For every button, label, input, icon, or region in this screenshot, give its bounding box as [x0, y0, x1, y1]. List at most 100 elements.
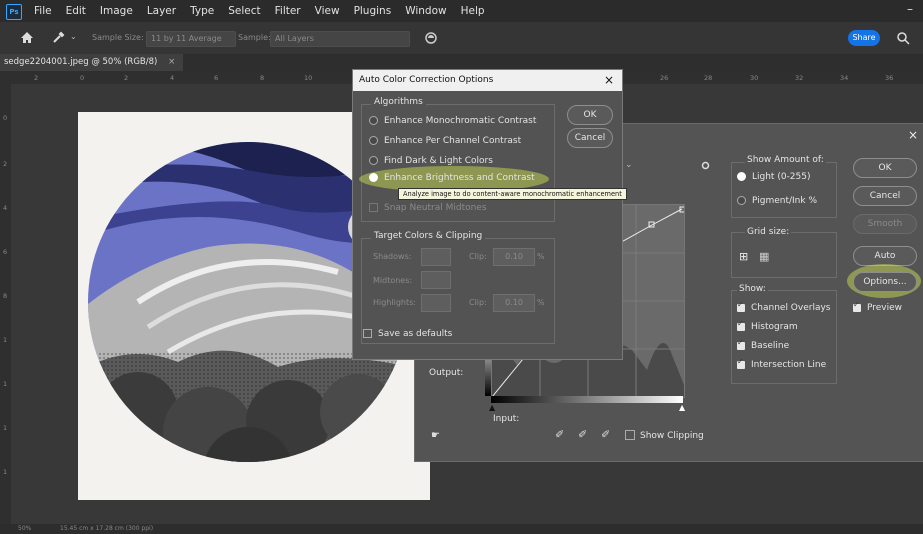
shadows-clip-label: Clip:: [469, 252, 487, 261]
light-radio-dot: [737, 172, 746, 181]
light-radio[interactable]: Light (0-255): [737, 172, 811, 182]
shadows-percent: %: [537, 252, 545, 261]
enhance-per-channel-radio[interactable]: Enhance Per Channel Contrast: [369, 136, 521, 146]
white-point-slider[interactable]: ▲: [679, 403, 685, 412]
document-tab-title: sedge2204001.jpeg @ 50% (RGB/8): [4, 57, 158, 67]
detailed-grid-icon[interactable]: ▦: [759, 250, 769, 263]
options-bar: ⌄ Sample Size: 11 by 11 Average Sample: …: [0, 22, 923, 55]
ruler-tick: 1: [3, 336, 8, 344]
sample-size-select[interactable]: 11 by 11 Average: [146, 31, 236, 47]
histogram-label: Histogram: [751, 322, 798, 332]
target-colors-label: Target Colors & Clipping: [371, 231, 486, 241]
option-label: Enhance Brightness and Contrast: [384, 173, 535, 183]
show-sampling-ring-icon[interactable]: [424, 31, 438, 45]
menu-edit[interactable]: Edit: [66, 5, 86, 17]
option-label: Find Dark & Light Colors: [384, 156, 493, 166]
status-doc-size: 15.45 cm x 17.28 cm (300 ppi): [60, 525, 154, 532]
midtones-color-swatch[interactable]: [421, 271, 451, 289]
home-icon[interactable]: [20, 31, 34, 44]
ruler-tick: 6: [3, 248, 8, 256]
menu-type[interactable]: Type: [190, 5, 214, 17]
ruler-tick: 1: [3, 380, 8, 388]
document-tab[interactable]: sedge2204001.jpeg @ 50% (RGB/8) ×: [0, 54, 184, 71]
light-label: Light (0-255): [752, 172, 811, 182]
save-as-defaults-checkbox[interactable]: Save as defaults: [363, 329, 452, 339]
menu-plugins[interactable]: Plugins: [354, 5, 392, 17]
enhance-brightness-contrast-radio[interactable]: Enhance Brightness and Contrast: [369, 173, 535, 183]
gray-eyedropper-icon[interactable]: ✐: [578, 428, 587, 441]
auto-button[interactable]: Auto: [853, 246, 917, 266]
histogram-checkbox[interactable]: Histogram: [737, 319, 798, 332]
curves-cancel-button[interactable]: Cancel: [853, 186, 917, 206]
menu-layer[interactable]: Layer: [147, 5, 176, 17]
midtones-label: Midtones:: [373, 276, 413, 285]
snap-neutral-midtones-checkbox[interactable]: Snap Neutral Midtones: [369, 203, 487, 213]
menu-view[interactable]: View: [315, 5, 340, 17]
preset-chevron-icon[interactable]: ⌄: [625, 160, 633, 170]
eyedropper-tool-icon[interactable]: [52, 30, 66, 44]
preview-checkbox[interactable]: Preview: [853, 300, 902, 313]
chevron-down-icon[interactable]: ⌄: [70, 32, 77, 41]
settings-gear-icon[interactable]: [701, 161, 710, 170]
shadows-clip-input[interactable]: 0.10: [493, 248, 535, 266]
pigment-radio[interactable]: Pigment/Ink %: [737, 196, 817, 206]
sample-size-label: Sample Size:: [92, 33, 144, 42]
check-icon: [737, 300, 745, 312]
black-eyedropper-icon[interactable]: ✐: [555, 428, 564, 441]
acc-cancel-button[interactable]: Cancel: [567, 128, 613, 148]
menu-window[interactable]: Window: [405, 5, 446, 17]
highlights-clip-input[interactable]: 0.10: [493, 294, 535, 312]
shadows-color-swatch[interactable]: [421, 248, 451, 266]
black-point-slider[interactable]: ▲: [489, 403, 495, 412]
curves-close-button[interactable]: ×: [908, 128, 918, 142]
ruler-tick: 26: [660, 74, 669, 82]
show-clipping-label: Show Clipping: [640, 431, 704, 441]
ruler-tick: 28: [704, 74, 713, 82]
find-dark-light-radio[interactable]: Find Dark & Light Colors: [369, 156, 493, 166]
options-button[interactable]: Options...: [853, 272, 917, 292]
channel-overlays-label: Channel Overlays: [751, 303, 831, 313]
acc-title: Auto Color Correction Options: [359, 75, 494, 85]
snap-label: Snap Neutral Midtones: [384, 203, 487, 213]
status-zoom[interactable]: 50%: [18, 525, 31, 532]
on-image-adjust-icon[interactable]: ☛: [431, 430, 440, 441]
ruler-tick: 6: [214, 74, 219, 82]
save-defaults-label: Save as defaults: [378, 329, 453, 339]
white-eyedropper-icon[interactable]: ✐: [601, 428, 610, 441]
baseline-checkbox[interactable]: Baseline: [737, 338, 790, 351]
enhance-monochromatic-radio[interactable]: Enhance Monochromatic Contrast: [369, 116, 536, 126]
show-label: Show:: [737, 284, 768, 294]
menu-list: File Edit Image Layer Type Select Filter…: [34, 0, 485, 22]
simple-grid-icon[interactable]: ⊞: [739, 250, 748, 263]
sample-layers-select[interactable]: All Layers: [270, 31, 410, 47]
radio-dot: [369, 116, 378, 125]
ruler-tick: 2: [34, 74, 39, 82]
algorithms-label: Algorithms: [371, 97, 426, 107]
menu-bar: Ps File Edit Image Layer Type Select Fil…: [0, 0, 923, 22]
menu-file[interactable]: File: [34, 5, 52, 17]
menu-select[interactable]: Select: [228, 5, 260, 17]
smooth-button[interactable]: Smooth: [853, 214, 917, 234]
tab-close-icon[interactable]: ×: [168, 57, 175, 67]
input-label: Input:: [493, 414, 520, 424]
photoshop-logo-icon: Ps: [6, 4, 22, 20]
menu-help[interactable]: Help: [461, 5, 485, 17]
show-clipping-checkbox[interactable]: Show Clipping: [625, 430, 704, 441]
curves-ok-button[interactable]: OK: [853, 158, 917, 178]
check-icon: [853, 300, 861, 312]
intersection-line-checkbox[interactable]: Intersection Line: [737, 357, 826, 370]
acc-title-bar: Auto Color Correction Options ×: [353, 70, 622, 91]
acc-close-button[interactable]: ×: [604, 70, 614, 91]
auto-color-correction-dialog: Auto Color Correction Options × Algorith…: [352, 69, 623, 360]
share-button[interactable]: Share: [848, 30, 880, 46]
search-icon[interactable]: [896, 31, 910, 45]
channel-overlays-checkbox[interactable]: Channel Overlays: [737, 300, 831, 313]
check-icon: [737, 357, 745, 369]
highlights-color-swatch[interactable]: [421, 294, 451, 312]
acc-ok-button[interactable]: OK: [567, 105, 613, 125]
radio-dot: [369, 136, 378, 145]
menu-image[interactable]: Image: [100, 5, 133, 17]
baseline-label: Baseline: [751, 341, 790, 351]
menu-filter[interactable]: Filter: [275, 5, 301, 17]
minimize-button[interactable]: –: [907, 2, 913, 16]
